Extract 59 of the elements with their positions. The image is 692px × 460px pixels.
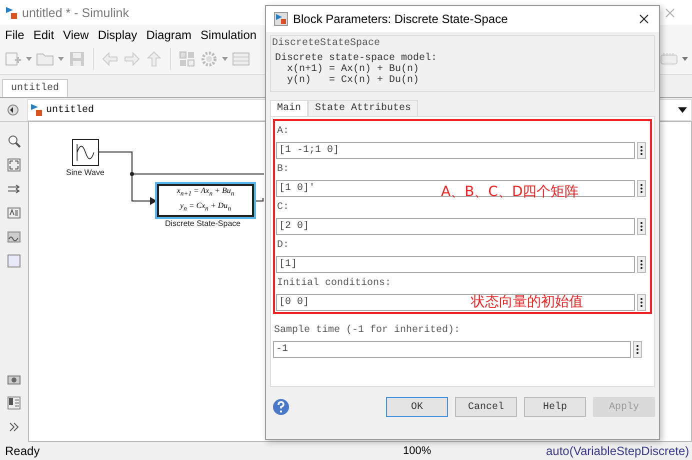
area-icon[interactable] bbox=[7, 254, 21, 268]
menu-item[interactable]: Simulation bbox=[200, 28, 257, 42]
more-options-icon[interactable] bbox=[637, 142, 646, 159]
dialog-tab[interactable]: State Attributes bbox=[308, 100, 418, 116]
description-text: x(n+1) = Ax(n) + Bu(n) bbox=[286, 64, 420, 75]
menu-item[interactable]: Display bbox=[98, 28, 138, 42]
parameter-label: Sample time (-1 for inherited): bbox=[274, 324, 462, 337]
equation: x$_{n+1}$ = Ax$_{n}$ + Bu$_{n}$ bbox=[176, 186, 234, 200]
menu-item[interactable]: View bbox=[63, 28, 89, 42]
fit-view-icon[interactable] bbox=[7, 158, 21, 172]
app-icon bbox=[274, 12, 288, 26]
more-options-icon[interactable] bbox=[637, 256, 646, 273]
block-label: Discrete State-Space bbox=[165, 219, 241, 228]
description-text: y(n) = Cx(n) + Du(n) bbox=[286, 75, 420, 86]
dialog-button[interactable]: Help bbox=[524, 397, 586, 417]
parameter-label: B: bbox=[277, 163, 290, 176]
more-options-icon[interactable] bbox=[637, 294, 646, 311]
menu-item[interactable]: Diagram bbox=[146, 28, 192, 42]
zoom-icon[interactable] bbox=[7, 134, 21, 148]
more-options-icon[interactable] bbox=[637, 180, 646, 197]
annotation-text: 状态向量的初始值 bbox=[471, 293, 583, 311]
more-options-icon[interactable] bbox=[637, 218, 646, 235]
menu-item[interactable]: Edit bbox=[33, 28, 54, 42]
close-icon[interactable] bbox=[639, 14, 649, 24]
annotation-icon[interactable] bbox=[7, 206, 21, 220]
dropdown-icon[interactable] bbox=[678, 107, 687, 113]
property-inspector-icon[interactable] bbox=[7, 396, 21, 410]
menu-item[interactable]: File bbox=[5, 28, 24, 42]
more-options-icon[interactable] bbox=[633, 341, 642, 358]
group-label: DiscreteStateSpace bbox=[272, 38, 382, 49]
sine-wave-block[interactable] bbox=[72, 139, 99, 166]
state-space-block[interactable]: x$_{n+1}$ = Ax$_{n}$ + Bu$_{n}$ y$_{n}$ = Cx$_{n}$ + Du$_{n}$ bbox=[157, 184, 254, 217]
parameter-field[interactable]: [1] bbox=[276, 256, 635, 273]
parameter-label: C: bbox=[277, 201, 290, 214]
equation: y$_{n}$ = Cx$_{n}$ + Du$_{n}$ bbox=[180, 201, 232, 215]
parameter-field[interactable]: -1 bbox=[273, 341, 631, 358]
block-label: Sine Wave bbox=[66, 168, 104, 177]
window-title: untitled * - Simulink bbox=[22, 6, 129, 20]
parameter-label: D: bbox=[277, 239, 290, 252]
model-icon bbox=[30, 103, 44, 117]
expand-icon[interactable] bbox=[7, 420, 21, 434]
app-icon bbox=[5, 6, 19, 20]
parameter-label: Initial conditions: bbox=[277, 277, 392, 290]
dialog-button[interactable]: OK bbox=[386, 397, 448, 417]
image-icon[interactable] bbox=[7, 230, 21, 244]
back-icon[interactable] bbox=[7, 104, 19, 116]
zoom-level: 100% bbox=[403, 445, 432, 457]
parameter-label: A: bbox=[277, 125, 290, 138]
arrows-icon[interactable] bbox=[7, 182, 21, 196]
solver-text: auto(VariableStepDiscrete) bbox=[546, 444, 690, 458]
help-icon[interactable] bbox=[272, 398, 290, 416]
parameter-field[interactable]: [1 -1;1 0] bbox=[276, 142, 635, 159]
dialog-button[interactable]: Cancel bbox=[455, 397, 517, 417]
dialog-title: Block Parameters: Discrete State-Space bbox=[293, 12, 508, 26]
model-tab[interactable]: untitled bbox=[2, 79, 68, 97]
status-text: Ready bbox=[4, 444, 41, 458]
dialog-tab[interactable]: Main bbox=[270, 100, 308, 116]
description-text: Discrete state-space model: bbox=[275, 53, 438, 64]
parameter-field[interactable]: [2 0] bbox=[276, 218, 635, 235]
